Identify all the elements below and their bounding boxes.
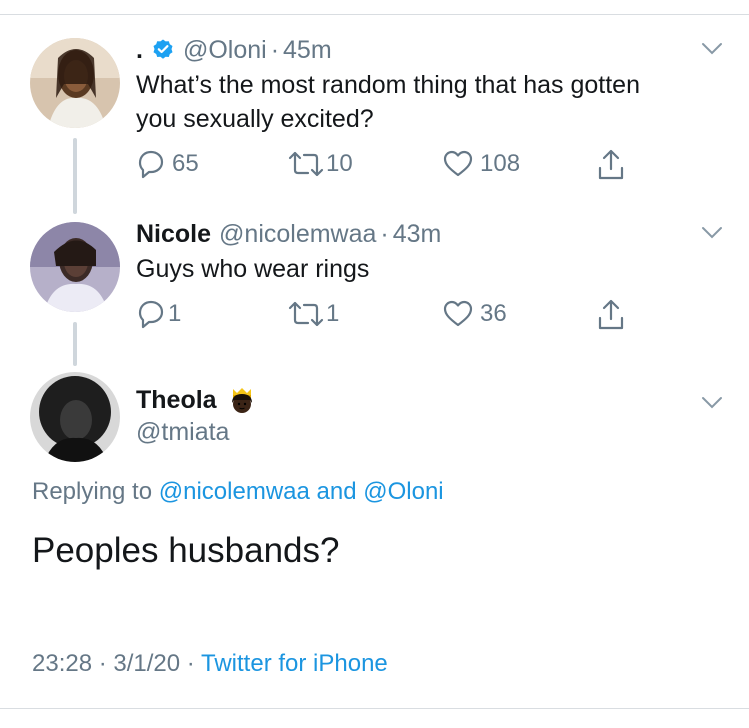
thread-connector <box>73 322 77 366</box>
tweet-text: Guys who wear rings <box>136 255 370 283</box>
reply-mention-oloni[interactable]: @Oloni <box>363 478 443 505</box>
reply-mention-nicolemwaa[interactable]: @nicolemwaa <box>159 478 310 505</box>
display-name[interactable]: . <box>136 36 143 65</box>
chevron-down-icon[interactable] <box>701 226 723 240</box>
replying-to: Replying to @nicolemwaa and @Oloni <box>32 478 444 506</box>
reply-icon <box>136 298 166 330</box>
like-button[interactable]: 36 <box>442 298 507 330</box>
top-divider <box>0 14 749 15</box>
reply-button[interactable]: 1 <box>136 298 181 330</box>
avatar[interactable] <box>30 372 120 462</box>
chevron-down-icon[interactable] <box>701 396 723 410</box>
display-name[interactable]: Theola <box>136 386 217 415</box>
retweet-button[interactable]: 1 <box>286 298 339 330</box>
bottom-divider <box>0 708 749 709</box>
heart-icon <box>442 148 474 180</box>
retweet-count: 1 <box>326 300 340 327</box>
display-name[interactable]: Nicole <box>136 220 211 249</box>
replying-and[interactable]: and <box>317 478 357 505</box>
verified-badge-icon <box>151 38 175 62</box>
tweet-meta: 23:28 · 3/1/20 · Twitter for iPhone <box>32 650 388 678</box>
reply-count: 1 <box>168 300 182 327</box>
tweet-header: Theola <box>136 384 257 416</box>
heart-icon <box>442 298 474 330</box>
share-button[interactable] <box>596 298 626 332</box>
separator: · <box>270 35 280 64</box>
tweet-source[interactable]: Twitter for iPhone <box>201 650 388 677</box>
tweet-text: Peoples husbands? <box>32 531 340 570</box>
timestamp[interactable]: 43m <box>393 220 442 249</box>
prince-emoji-icon <box>227 385 257 415</box>
chevron-down-icon[interactable] <box>701 42 723 56</box>
retweet-button[interactable]: 10 <box>286 148 353 180</box>
share-icon <box>596 298 626 332</box>
avatar[interactable] <box>30 38 120 128</box>
reply-icon <box>136 148 166 180</box>
retweet-icon <box>286 148 326 180</box>
tweet-text: What’s the most random thing that has go… <box>136 68 640 136</box>
handle[interactable]: @tmiata <box>136 418 229 447</box>
like-count: 36 <box>480 300 507 327</box>
handle[interactable]: @Oloni <box>183 36 267 65</box>
reply-button[interactable]: 65 <box>136 148 199 180</box>
like-button[interactable]: 108 <box>442 148 520 180</box>
tweet-header: . @Oloni · 45m <box>136 34 332 66</box>
tweet-timestamp[interactable]: 23:28 · 3/1/20 · <box>32 650 195 677</box>
timestamp[interactable]: 45m <box>283 36 332 65</box>
avatar[interactable] <box>30 222 120 312</box>
like-count: 108 <box>480 150 521 177</box>
tweet-text-line: you sexually excited? <box>136 105 374 133</box>
replying-to-label: Replying to <box>32 478 153 505</box>
thread-connector <box>73 138 77 214</box>
handle[interactable]: @nicolemwaa <box>219 220 376 249</box>
share-icon <box>596 148 626 182</box>
share-button[interactable] <box>596 148 626 182</box>
retweet-count: 10 <box>326 150 353 177</box>
retweet-icon <box>286 298 326 330</box>
separator: · <box>380 219 389 248</box>
tweet-header: Nicole @nicolemwaa · 43m <box>136 218 441 250</box>
tweet-text-line: What’s the most random thing that has go… <box>136 71 640 99</box>
reply-count: 65 <box>172 150 199 177</box>
